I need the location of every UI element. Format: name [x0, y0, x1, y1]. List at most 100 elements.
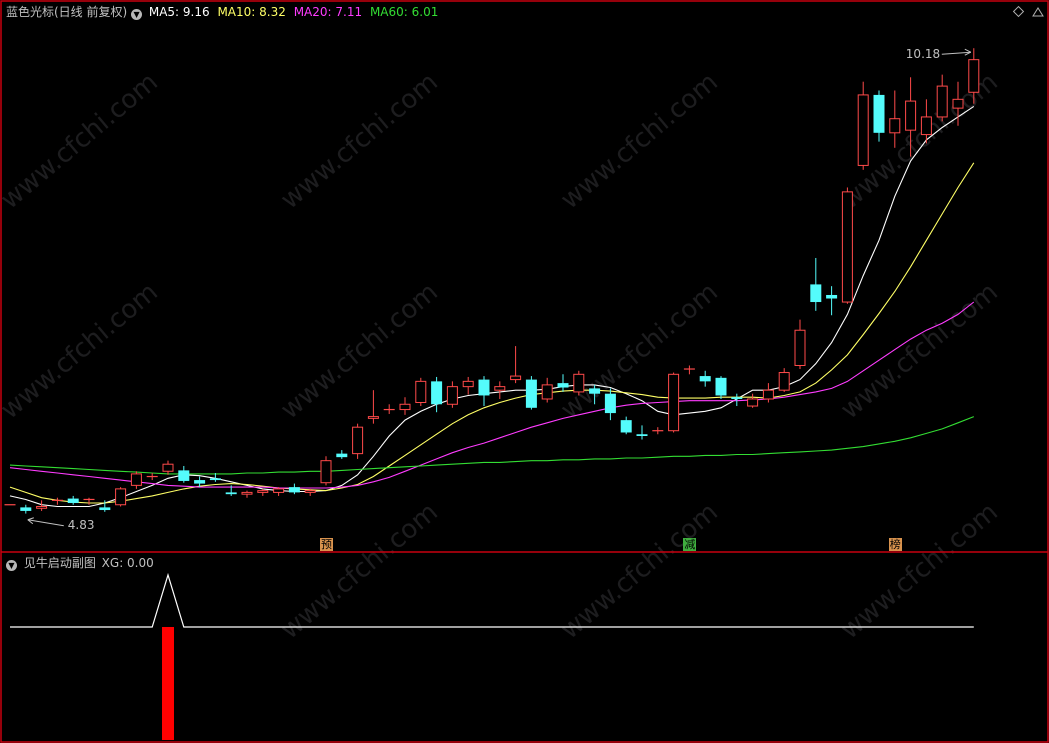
- watermark-text: www.cfchi.com: [835, 277, 1004, 425]
- candle-body: [525, 379, 537, 408]
- candle-body: [273, 488, 285, 493]
- candle-body: [699, 376, 711, 382]
- candle: [115, 487, 127, 507]
- sub-chart-header: ▼ 见牛启动副图 XG: 0.00: [6, 556, 154, 571]
- candle: [841, 187, 853, 304]
- candle-body: [336, 453, 348, 458]
- event-marker-yu[interactable]: 预: [320, 538, 333, 551]
- ma5-label: MA5: 9.16: [148, 5, 210, 19]
- candle-body: [431, 381, 443, 405]
- candle-body: [573, 373, 585, 393]
- watermark-text: www.cfchi.com: [275, 277, 444, 425]
- candle: [494, 381, 506, 399]
- candle-body: [920, 116, 932, 136]
- watermark-text: www.cfchi.com: [275, 67, 444, 215]
- candle-body: [194, 480, 206, 484]
- candle-body: [936, 85, 948, 118]
- candle: [794, 319, 806, 370]
- candle: [288, 483, 300, 495]
- candle: [652, 427, 664, 435]
- candle: [178, 465, 190, 483]
- low-pointer: [27, 519, 64, 527]
- ma10-label: MA10: 8.32: [217, 5, 286, 19]
- ma20-label: MA20: 7.11: [293, 5, 363, 19]
- candle: [826, 286, 838, 316]
- ma20-line: [9, 301, 975, 489]
- candle-body: [415, 380, 427, 404]
- candle: [352, 423, 364, 459]
- candle-body: [889, 118, 901, 134]
- candle: [20, 504, 32, 514]
- candle-body: [288, 487, 300, 493]
- watermark-text: www.cfchi.com: [555, 67, 724, 215]
- candle: [557, 374, 569, 392]
- candle: [367, 390, 379, 424]
- candle-body: [462, 380, 474, 388]
- candle-body: [304, 490, 316, 493]
- candle: [510, 346, 522, 384]
- candle-body: [115, 488, 127, 506]
- candle-body: [510, 375, 522, 381]
- event-marker-jian[interactable]: 减: [683, 538, 697, 551]
- chevron-down-icon[interactable]: ▼: [6, 560, 17, 571]
- ma10-line: [9, 162, 975, 504]
- candle-body: [20, 507, 32, 511]
- annotation-layer: [27, 48, 972, 527]
- candle-body: [668, 373, 680, 432]
- candle-body: [557, 383, 569, 388]
- candle: [320, 456, 332, 486]
- candle: [747, 393, 759, 408]
- candle-body: [399, 403, 411, 411]
- candle: [83, 497, 95, 505]
- candle: [857, 81, 869, 170]
- candle: [241, 490, 253, 498]
- chart-canvas[interactable]: www.cfchi.com www.cfchi.com www.cfchi.com w…: [0, 0, 1049, 743]
- candle-body: [446, 386, 458, 405]
- candle-body: [225, 492, 237, 495]
- candle: [162, 460, 174, 475]
- candle-body: [99, 507, 111, 511]
- up-arrow-icon[interactable]: [1032, 7, 1044, 17]
- candle: [146, 473, 158, 481]
- candle-body: [731, 397, 743, 399]
- candle: [273, 487, 285, 496]
- stock-title: 蓝色光标(日线 前复权): [6, 5, 128, 19]
- ma60-label: MA60: 6.01: [369, 5, 439, 19]
- low-price-label: 4.83: [67, 517, 95, 532]
- candle-body: [320, 460, 332, 484]
- candle: [699, 370, 711, 387]
- diamond-icon[interactable]: [1012, 5, 1025, 18]
- xg-label: XG: 0.00: [101, 556, 154, 570]
- candle: [541, 377, 553, 403]
- candle-body: [715, 377, 727, 396]
- candle-body: [541, 384, 553, 400]
- candle-body: [36, 506, 48, 509]
- candle-body: [494, 386, 506, 391]
- watermark-text: www.cfchi.com: [0, 277, 164, 425]
- candle: [67, 495, 79, 505]
- candle: [525, 376, 537, 410]
- candle: [731, 393, 743, 407]
- event-marker-bang[interactable]: 榜: [888, 538, 902, 551]
- candle: [130, 471, 142, 489]
- candle-body: [873, 94, 885, 133]
- candle-body: [826, 294, 838, 299]
- candle-body: [178, 470, 190, 481]
- watermark-text: www.cfchi.com: [275, 497, 444, 645]
- sub-chart-title: 见牛启动副图: [23, 556, 96, 570]
- candle: [573, 370, 585, 396]
- candle-body: [857, 94, 869, 166]
- candle: [778, 368, 790, 392]
- candle: [383, 404, 395, 414]
- candle-body: [478, 379, 490, 396]
- candle: [336, 450, 348, 459]
- candle-body: [968, 59, 980, 93]
- xg-signal-bar: [162, 627, 174, 740]
- candle: [257, 488, 269, 496]
- candle-body: [257, 490, 269, 493]
- chevron-down-icon[interactable]: ▼: [131, 9, 143, 20]
- ma60-line: [9, 416, 975, 475]
- watermark-text: www.cfchi.com: [0, 67, 164, 215]
- candle-body: [352, 426, 364, 455]
- xg-line: [10, 572, 974, 628]
